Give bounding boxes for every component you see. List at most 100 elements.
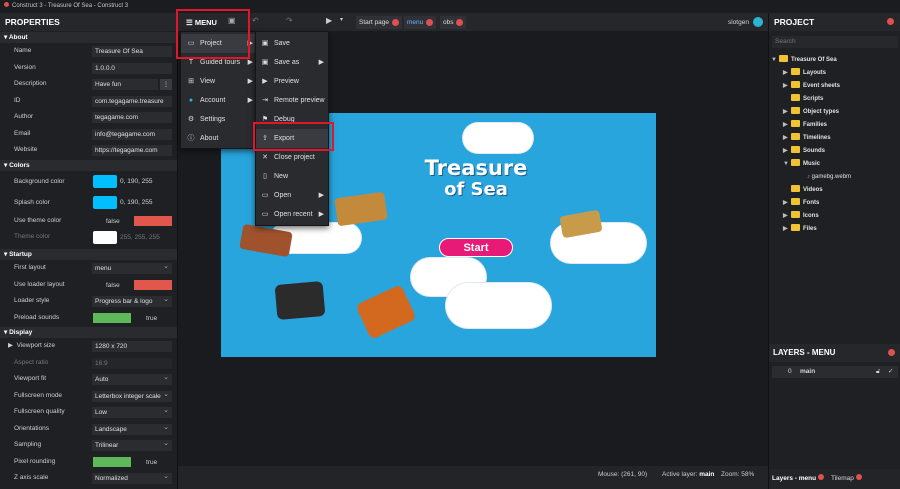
avatar[interactable] [753, 17, 763, 27]
menu-item-open-recent[interactable]: ▭ Open recent ▶ [256, 205, 328, 224]
prop-aspect: Aspect ratio 16:9 [0, 355, 177, 372]
preload-toggle[interactable] [93, 312, 131, 323]
username[interactable]: slotgen [728, 16, 749, 29]
tree-item-object-types[interactable]: ▶ Object types [783, 106, 839, 118]
version-field[interactable]: 1.0.0.0 [92, 62, 172, 74]
view-icon: ⊞ [188, 78, 194, 85]
loader-style-select[interactable]: Progress bar & logo [92, 296, 172, 307]
tree-item-sounds[interactable]: ▶ Sounds [783, 145, 825, 157]
tab-menu[interactable]: menu [404, 16, 437, 29]
folder-icon [779, 54, 788, 62]
tab-layers-menu[interactable]: Layers - menu [772, 469, 824, 489]
tree-item-timelines[interactable]: ▶ Timelines [783, 132, 831, 144]
prop-zaxis: Z axis scale Normalized [0, 470, 177, 487]
folder-icon [791, 223, 800, 231]
prop-description: Description Have fun ⋮ [0, 76, 177, 93]
folder-icon [791, 158, 800, 166]
prop-fsquality: Fullscreen quality Low [0, 404, 177, 421]
menu-item-save[interactable]: ▣ Save [256, 34, 328, 53]
description-field[interactable]: Have fun [92, 79, 158, 90]
fit-select[interactable]: Auto [92, 374, 172, 385]
id-field[interactable]: com.tegagame.treasure [92, 95, 172, 107]
project-title: PROJECT [769, 13, 900, 31]
menu-item-open[interactable]: ▭ Open ▶ [256, 186, 328, 205]
tree-item-event-sheets[interactable]: ▶ Event sheets [783, 80, 840, 92]
account-icon: ● [188, 97, 194, 104]
close-icon[interactable] [426, 18, 434, 26]
project-search-input[interactable]: Search [772, 36, 898, 48]
close-icon[interactable] [392, 18, 399, 26]
bottom-tab-bar: Layers - menu Tilemap [769, 469, 900, 489]
prop-sampling: Sampling Trilinear [0, 437, 177, 454]
tab-tilemap[interactable]: Tilemap [831, 469, 862, 489]
redo-icon[interactable]: ↷ [286, 16, 293, 25]
start-button[interactable]: Start [439, 238, 513, 257]
splash-color-swatch[interactable] [93, 195, 117, 209]
menu-item-settings[interactable]: ⚙ Settings [181, 110, 257, 129]
pixel-toggle[interactable] [93, 456, 131, 467]
fsmode-select[interactable]: Letterbox integer scale [92, 390, 172, 402]
tree-item-scripts[interactable]: Scripts [783, 93, 823, 105]
tree-item-files[interactable]: ▶ Files [783, 223, 817, 235]
name-field[interactable]: Treasure Of Sea [92, 46, 172, 57]
folder-icon [791, 184, 800, 192]
folder-icon [791, 67, 800, 75]
properties-title: PROPERTIES [0, 13, 177, 31]
email-field[interactable]: info@tegagame.com [92, 128, 172, 140]
first-layout-select[interactable]: menu [92, 263, 172, 274]
menu-item-save-as[interactable]: ▣ Save as ▶ [256, 53, 328, 72]
tree-item-music-file[interactable]: ♪ gamebg.webm [807, 171, 851, 183]
menu-item-about[interactable]: ⓘ About [181, 129, 257, 148]
more-icon[interactable]: ⋮ [160, 79, 172, 90]
music-note-icon: ♪ [807, 174, 810, 180]
menu-item-preview[interactable]: ▶ Preview [256, 72, 328, 91]
tree-item-music[interactable]: ▼ Music [783, 158, 820, 170]
fsquality-select[interactable]: Low [92, 407, 172, 418]
prop-preload: Preload sounds true [14, 312, 158, 323]
play-icon[interactable]: ▶ [326, 16, 332, 25]
menu-item-account[interactable]: ● Account ▶ [181, 91, 257, 110]
save-as-icon: ▣ [261, 59, 269, 66]
prop-website: Website https://tegagame.com [0, 142, 177, 159]
tree-item-videos[interactable]: Videos [783, 184, 823, 196]
menu-item-new[interactable]: ▯ New [256, 167, 328, 186]
prop-splash-color: Splash color 0, 190, 255 [0, 192, 177, 213]
sampling-select[interactable]: Trilinear [92, 440, 172, 451]
zaxis-select[interactable]: Normalized [92, 473, 172, 484]
tree-item-families[interactable]: ▶ Families [783, 119, 827, 131]
section-colors[interactable]: ▾ Colors [0, 159, 177, 171]
theme-color-swatch[interactable] [93, 231, 117, 244]
author-field[interactable]: tegagame.com [92, 112, 172, 123]
play-dropdown-icon[interactable]: ▾ [340, 16, 343, 23]
undo-icon[interactable]: ↶ [252, 16, 259, 25]
orientation-select[interactable]: Landscape [92, 423, 172, 435]
section-about[interactable]: ▾ About [0, 32, 177, 43]
menu-item-view[interactable]: ⊞ View ▶ [181, 72, 257, 91]
close-icon[interactable] [456, 18, 464, 26]
section-display[interactable]: ▾ Display [0, 327, 177, 338]
prop-fsmode: Fullscreen mode Letterbox integer scale [0, 388, 177, 405]
folder-icon [791, 197, 800, 205]
tree-item-layouts[interactable]: ▶ Layouts [783, 67, 826, 79]
layer-row-main[interactable]: 0 main 🔓︎ ✓ [772, 366, 898, 378]
prop-loader-style: Loader style Progress bar & logo [0, 293, 177, 310]
website-field[interactable]: https://tegagame.com [92, 145, 172, 156]
lock-icon[interactable]: 🔓︎ [876, 366, 880, 378]
cloud-sprite [446, 283, 551, 328]
tab-start-page[interactable]: Start page [356, 16, 402, 29]
tree-root[interactable]: ▼ Treasure Of Sea [771, 54, 837, 66]
bg-color-swatch[interactable] [93, 174, 117, 188]
visible-check-icon[interactable]: ✓ [888, 366, 893, 378]
tree-item-icons[interactable]: ▶ Icons [783, 210, 819, 222]
tree-item-fonts[interactable]: ▶ Fonts [783, 197, 819, 209]
menu-item-remote-preview[interactable]: ⇥ Remote preview [256, 91, 328, 110]
folder-icon [791, 132, 800, 140]
use-theme-toggle[interactable] [134, 215, 172, 226]
loader-layout-toggle[interactable] [134, 279, 172, 290]
section-startup[interactable]: ▾ Startup [0, 249, 177, 260]
gear-icon: ⚙ [187, 116, 195, 123]
tab-obs[interactable]: obs [440, 16, 467, 29]
close-icon[interactable] [887, 18, 894, 25]
viewport-field[interactable]: 1280 x 720 [92, 341, 172, 352]
close-icon[interactable] [888, 349, 895, 356]
